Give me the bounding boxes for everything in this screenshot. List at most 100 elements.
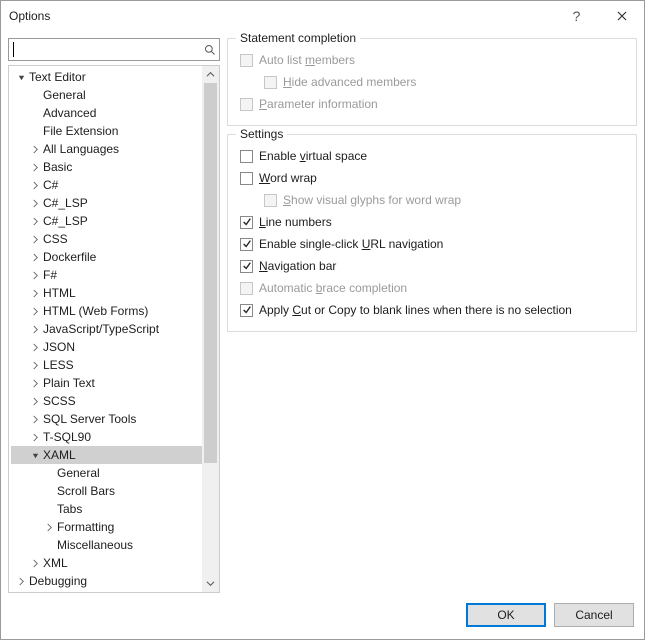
- tree-item[interactable]: JSON: [11, 338, 202, 356]
- ok-button[interactable]: OK: [466, 603, 546, 627]
- tree-item-label: CSS: [43, 232, 68, 246]
- tree-item[interactable]: Basic: [11, 158, 202, 176]
- checkbox-label: Line numbers: [259, 215, 332, 229]
- tree-item[interactable]: XML: [11, 554, 202, 572]
- chevron-right-icon[interactable]: [43, 521, 55, 533]
- checkbox[interactable]: [240, 238, 253, 251]
- close-icon: [617, 11, 627, 21]
- tree-item[interactable]: JavaScript/TypeScript: [11, 320, 202, 338]
- checkbox-label: Auto list members: [259, 53, 355, 67]
- text-caret: [13, 42, 14, 57]
- scroll-up-button[interactable]: [202, 66, 219, 83]
- tree-item[interactable]: Dockerfile: [11, 248, 202, 266]
- cancel-button[interactable]: Cancel: [554, 603, 634, 627]
- tree-item[interactable]: C#: [11, 176, 202, 194]
- search-box[interactable]: [8, 38, 220, 61]
- tree-item[interactable]: Debugging: [11, 572, 202, 590]
- chevron-right-icon[interactable]: [29, 287, 41, 299]
- tree-item-label: Basic: [43, 160, 72, 174]
- chevron-right-icon[interactable]: [29, 377, 41, 389]
- checkbox-row: Parameter information: [240, 93, 624, 115]
- tree-item-label: File Extension: [43, 124, 118, 138]
- chevron-right-icon[interactable]: [29, 197, 41, 209]
- chevron-right-icon[interactable]: [29, 305, 41, 317]
- checkbox[interactable]: [240, 172, 253, 185]
- checkbox[interactable]: [240, 150, 253, 163]
- search-input[interactable]: [9, 39, 201, 60]
- checkbox[interactable]: [240, 304, 253, 317]
- tree-item-label: JSON: [43, 340, 75, 354]
- chevron-right-icon[interactable]: [29, 341, 41, 353]
- tree-item[interactable]: LESS: [11, 356, 202, 374]
- checkbox-row: Show visual glyphs for word wrap: [240, 189, 624, 211]
- tree-item-label: Text Editor: [29, 70, 86, 84]
- tree-item[interactable]: Tabs: [11, 500, 202, 518]
- titlebar: Options ?: [1, 1, 644, 31]
- tree-item[interactable]: General: [11, 86, 202, 104]
- close-button[interactable]: [599, 1, 644, 31]
- chevron-right-icon[interactable]: [29, 251, 41, 263]
- checkbox-row[interactable]: Word wrap: [240, 167, 624, 189]
- tree-item[interactable]: Formatting: [11, 518, 202, 536]
- tree-scrollbar[interactable]: [202, 66, 219, 592]
- scroll-down-button[interactable]: [202, 575, 219, 592]
- tree-item[interactable]: Performance Tools: [11, 590, 202, 592]
- tree-item[interactable]: All Languages: [11, 140, 202, 158]
- tree-item[interactable]: HTML (Web Forms): [11, 302, 202, 320]
- tree-item-label: SQL Server Tools: [43, 412, 136, 426]
- chevron-right-icon[interactable]: [29, 215, 41, 227]
- tree-item[interactable]: CSS: [11, 230, 202, 248]
- checkbox[interactable]: [240, 216, 253, 229]
- checkbox-row: Hide advanced members: [240, 71, 624, 93]
- tree-item[interactable]: Advanced: [11, 104, 202, 122]
- chevron-right-icon[interactable]: [29, 161, 41, 173]
- tree-item[interactable]: C#_LSP: [11, 212, 202, 230]
- tree-item-label: HTML: [43, 286, 76, 300]
- tree-item-label: Advanced: [43, 106, 96, 120]
- expander-spacer: [43, 539, 55, 551]
- checkbox-row[interactable]: Navigation bar: [240, 255, 624, 277]
- chevron-right-icon[interactable]: [29, 179, 41, 191]
- tree-item[interactable]: Miscellaneous: [11, 536, 202, 554]
- chevron-right-icon[interactable]: [29, 359, 41, 371]
- checkbox-row[interactable]: Enable single-click URL navigation: [240, 233, 624, 255]
- chevron-right-icon[interactable]: [29, 557, 41, 569]
- options-tree: Text Editor General Advanced File Extension…: [8, 65, 220, 593]
- chevron-right-icon[interactable]: [29, 269, 41, 281]
- chevron-right-icon[interactable]: [15, 575, 27, 587]
- checkbox-label: Enable virtual space: [259, 149, 367, 163]
- checkbox-row[interactable]: Enable virtual space: [240, 145, 624, 167]
- checkbox-label: Apply Cut or Copy to blank lines when th…: [259, 303, 572, 317]
- chevron-right-icon[interactable]: [29, 431, 41, 443]
- scroll-thumb[interactable]: [204, 83, 217, 463]
- chevron-down-icon[interactable]: [29, 449, 41, 461]
- chevron-right-icon[interactable]: [29, 323, 41, 335]
- checkbox-row[interactable]: Line numbers: [240, 211, 624, 233]
- tree-item[interactable]: Text Editor: [11, 68, 202, 86]
- chevron-right-icon[interactable]: [29, 395, 41, 407]
- checkbox[interactable]: [240, 260, 253, 273]
- tree-item-label: C#: [43, 178, 58, 192]
- tree-item-label: Tabs: [57, 502, 82, 516]
- tree-item[interactable]: XAML: [11, 446, 202, 464]
- checkbox-row[interactable]: Apply Cut or Copy to blank lines when th…: [240, 299, 624, 321]
- tree-item[interactable]: SCSS: [11, 392, 202, 410]
- tree-item[interactable]: SQL Server Tools: [11, 410, 202, 428]
- tree-item-label: XAML: [43, 448, 76, 462]
- tree-item[interactable]: General: [11, 464, 202, 482]
- expander-spacer: [43, 485, 55, 497]
- tree-item[interactable]: C#_LSP: [11, 194, 202, 212]
- tree-item[interactable]: T-SQL90: [11, 428, 202, 446]
- help-button[interactable]: ?: [554, 1, 599, 31]
- search-icon[interactable]: [201, 44, 219, 56]
- tree-item[interactable]: Scroll Bars: [11, 482, 202, 500]
- chevron-right-icon[interactable]: [29, 143, 41, 155]
- tree-item[interactable]: F#: [11, 266, 202, 284]
- chevron-right-icon[interactable]: [29, 413, 41, 425]
- group-title: Settings: [236, 127, 287, 141]
- tree-item[interactable]: HTML: [11, 284, 202, 302]
- chevron-right-icon[interactable]: [29, 233, 41, 245]
- tree-item[interactable]: File Extension: [11, 122, 202, 140]
- tree-item[interactable]: Plain Text: [11, 374, 202, 392]
- chevron-down-icon[interactable]: [15, 71, 27, 83]
